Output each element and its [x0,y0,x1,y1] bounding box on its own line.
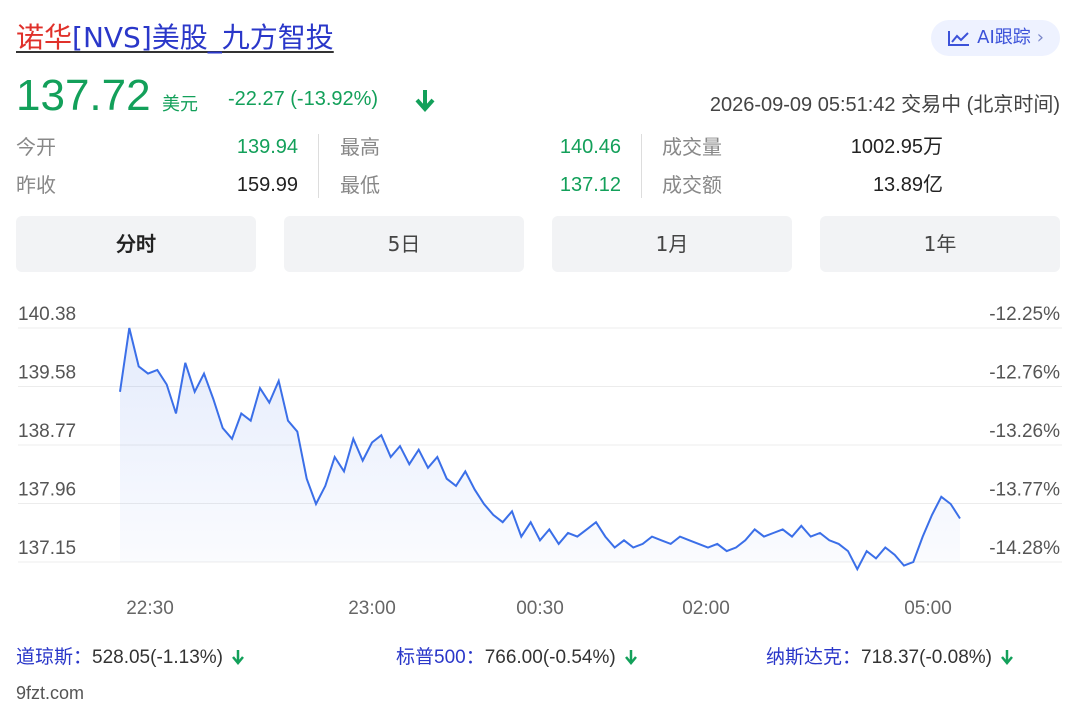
period-tabs: 分时 5日 1月 1年 [16,216,1060,272]
title-row: 诺华[NVS]美股_九方智投 AI跟踪 › [16,18,1060,58]
y-tick-label: 138.77 [18,421,76,442]
y2-tick-label: -13.26% [989,421,1060,442]
stats-panel: 今开 139.94 昨收 159.99 最高 140.46 最低 137.12 成交量 1… [16,128,956,204]
stats-col-volume: 成交量 1002.95万 成交额 13.89亿 [662,128,943,204]
prev-close-label: 昨收 [16,173,56,197]
x-tick-label: 02:00 [682,598,730,619]
stock-symbol-source[interactable]: [NVS]美股_九方智投 [72,21,334,54]
high-value: 140.46 [559,136,621,158]
y2-tick-label: -12.76% [989,363,1060,384]
high-label: 最高 [340,135,380,159]
index-sp500[interactable]: 标普500：766.00(-0.54%) [396,640,638,676]
open-value: 139.94 [236,136,298,158]
y2-tick-label: -14.28% [989,538,1060,559]
index-nasdaq[interactable]: 纳斯达克：718.37(-0.08%) [766,640,1014,676]
tab-5day[interactable]: 5日 [284,216,524,272]
down-arrow-icon [1001,650,1013,665]
current-price: 137.72 [16,71,151,120]
tab-1year[interactable]: 1年 [820,216,1060,272]
index-value: 528.05(-1.13%) [92,647,223,668]
quote-timestamp: 2026-09-09 05:51:42 交易中 (北京时间) [709,94,1060,116]
stock-name[interactable]: 诺华 [16,21,72,54]
open-label: 今开 [16,135,56,159]
down-arrow-icon [232,650,244,665]
tab-1month[interactable]: 1月 [552,216,792,272]
price-area-fill [120,328,960,570]
y2-tick-label: -12.25% [989,304,1060,325]
tab-intraday[interactable]: 分时 [16,216,256,272]
volume-value: 1002.95万 [850,136,943,158]
low-label: 最低 [340,173,380,197]
quote-row: 137.72 美元 -22.27 (-13.92%) 2026-09-09 05… [16,68,1060,124]
y-tick-label: 139.58 [18,363,76,384]
stats-col-high: 最高 140.46 最低 137.12 [340,128,621,204]
stats-col-open: 今开 139.94 昨收 159.99 [16,128,298,204]
index-value: 766.00(-0.54%) [484,647,616,668]
index-name[interactable]: 纳斯达克： [766,647,861,668]
x-tick-label: 05:00 [904,598,952,619]
prev-close-value: 159.99 [236,174,298,196]
down-arrow-icon [415,90,435,112]
turnover-label: 成交额 [662,173,722,197]
stock-title-link[interactable]: 诺华[NVS]美股_九方智投 [16,18,334,58]
currency-unit: 美元 [162,94,198,115]
trend-chart-icon [948,31,970,46]
index-row: 道琼斯：528.05(-1.13%) 标普500：766.00(-0.54%) … [16,640,1060,676]
x-tick-label: 22:30 [126,598,174,619]
volume-label: 成交量 [662,135,722,159]
divider [641,134,642,198]
y-tick-label: 137.15 [18,538,76,559]
ai-track-label: AI跟踪 [977,27,1031,48]
chevron-right-icon: › [1036,27,1044,48]
index-name[interactable]: 道琼斯： [16,647,92,668]
y-tick-label: 140.38 [18,304,76,325]
y-tick-label: 137.96 [18,480,76,501]
x-tick-label: 00:30 [516,598,564,619]
index-name[interactable]: 标普500： [396,647,485,668]
index-dow[interactable]: 道琼斯：528.05(-1.13%) [16,640,245,676]
x-tick-label: 23:00 [348,598,396,619]
low-value: 137.12 [559,174,621,196]
down-arrow-icon [624,650,637,665]
source-label: 9fzt.com [16,683,85,703]
index-value: 718.37(-0.08%) [861,647,992,668]
price-change: -22.27 (-13.92%) [228,88,379,110]
turnover-value: 13.89亿 [872,174,943,196]
divider [318,134,319,198]
intraday-chart[interactable]: 140.38 -12.25% 139.58 -12.76% 138.77 -13.26% 1… [0,290,1080,630]
ai-track-button[interactable]: AI跟踪 › [931,20,1060,56]
y2-tick-label: -13.77% [989,480,1060,501]
